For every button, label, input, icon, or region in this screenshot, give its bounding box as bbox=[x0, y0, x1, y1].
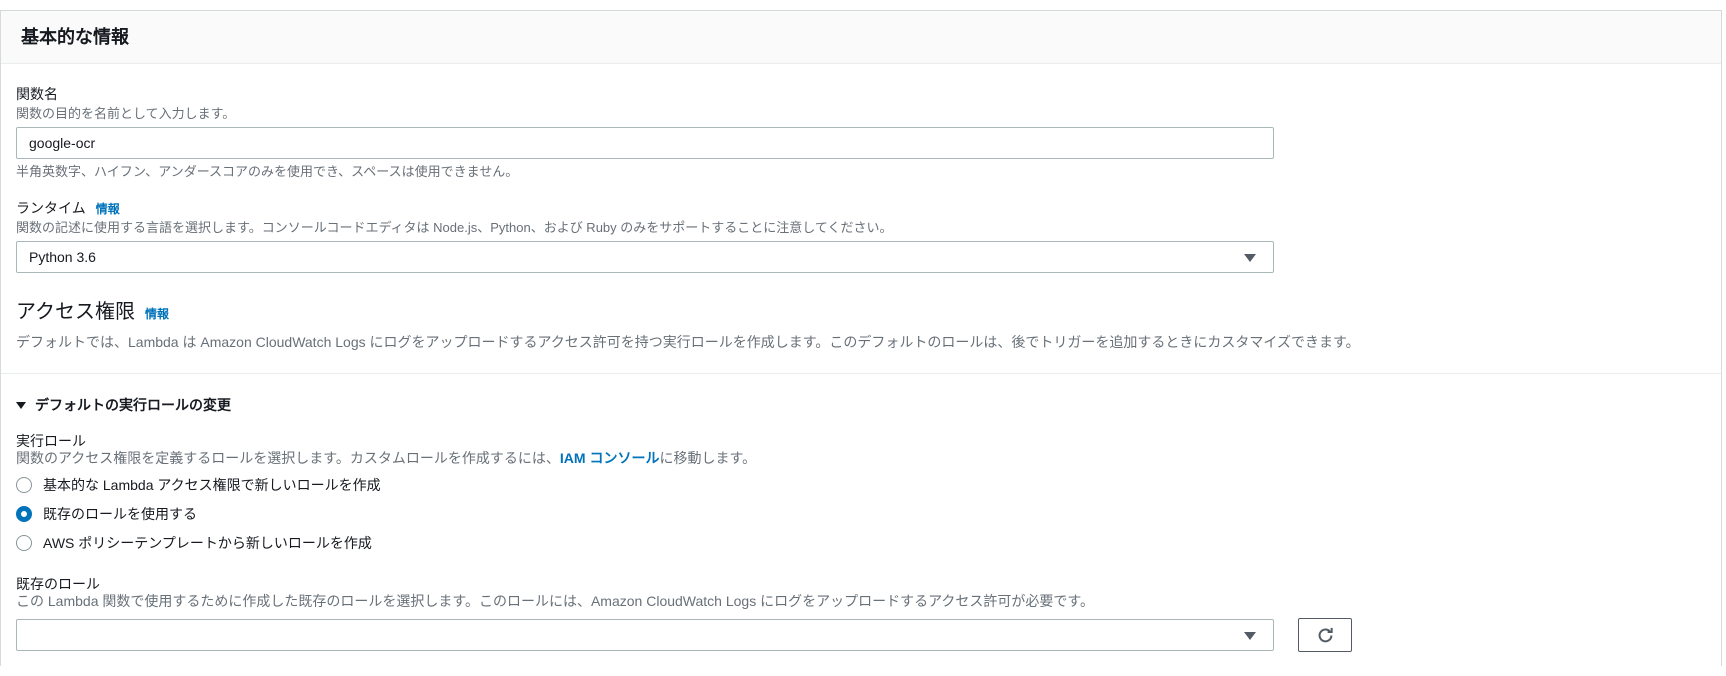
runtime-label: ランタイム bbox=[16, 200, 86, 216]
execution-role-label: 実行ロール bbox=[16, 433, 86, 449]
radio-button[interactable] bbox=[16, 477, 32, 493]
existing-role-select[interactable] bbox=[16, 619, 1274, 651]
permissions-info-link[interactable]: 情報 bbox=[145, 305, 169, 322]
function-name-group: 関数名 関数の目的を名前として入力します。 半角英数字、ハイフン、アンダースコア… bbox=[16, 84, 1706, 180]
radio-option-policy-template-role[interactable]: AWS ポリシーテンプレートから新しいロールを作成 bbox=[16, 533, 1706, 553]
execution-role-options: 基本的な Lambda アクセス権限で新しいロールを作成 既存のロールを使用する… bbox=[16, 475, 1706, 553]
function-name-description: 関数の目的を名前として入力します。 bbox=[16, 106, 236, 121]
expander-label: デフォルトの実行ロールの変更 bbox=[35, 397, 231, 413]
function-name-label: 関数名 bbox=[16, 86, 58, 102]
refresh-icon bbox=[1318, 627, 1333, 642]
runtime-select[interactable]: Python 3.6 bbox=[16, 241, 1274, 273]
permissions-section: アクセス権限 情報 デフォルトでは、Lambda は Amazon CloudW… bbox=[16, 299, 1706, 351]
caret-down-icon bbox=[1244, 632, 1256, 640]
basic-information-panel: 基本的な情報 関数名 関数の目的を名前として入力します。 半角英数字、ハイフン、… bbox=[0, 10, 1722, 666]
permissions-description: デフォルトでは、Lambda は Amazon CloudWatch Logs … bbox=[16, 334, 1360, 350]
iam-console-link[interactable]: IAM コンソール bbox=[560, 450, 660, 466]
permissions-heading: アクセス権限 bbox=[16, 301, 135, 323]
runtime-info-link[interactable]: 情報 bbox=[96, 200, 120, 217]
existing-role-row bbox=[16, 618, 1706, 652]
execution-role-description: 関数のアクセス権限を定義するロールを選択します。カスタムロールを作成するには、I… bbox=[16, 450, 757, 466]
caret-down-icon bbox=[1244, 254, 1256, 262]
existing-role-description: この Lambda 関数で使用するために作成した既存のロールを選択します。このロ… bbox=[16, 593, 1094, 609]
panel-header: 基本的な情報 bbox=[1, 11, 1721, 64]
runtime-description: 関数の記述に使用する言語を選択します。コンソールコードエディタは Node.js… bbox=[16, 220, 893, 235]
panel-body: 関数名 関数の目的を名前として入力します。 半角英数字、ハイフン、アンダースコア… bbox=[1, 64, 1721, 652]
radio-button[interactable] bbox=[16, 535, 32, 551]
runtime-group: ランタイム 情報 関数の記述に使用する言語を選択します。コンソールコードエディタ… bbox=[16, 198, 1706, 273]
radio-option-new-basic-role[interactable]: 基本的な Lambda アクセス権限で新しいロールを作成 bbox=[16, 475, 1706, 495]
function-name-input[interactable] bbox=[16, 127, 1274, 159]
refresh-button[interactable] bbox=[1298, 618, 1352, 652]
radio-option-use-existing-role[interactable]: 既存のロールを使用する bbox=[16, 504, 1706, 524]
runtime-selected-value: Python 3.6 bbox=[29, 249, 96, 265]
section-divider bbox=[1, 373, 1721, 374]
existing-role-label: 既存のロール bbox=[16, 576, 100, 592]
panel-title: 基本的な情報 bbox=[21, 27, 129, 47]
caret-down-icon bbox=[16, 401, 26, 409]
change-default-role-expander[interactable]: デフォルトの実行ロールの変更 bbox=[16, 396, 1706, 414]
radio-button[interactable] bbox=[16, 506, 32, 522]
function-name-constraint: 半角英数字、ハイフン、アンダースコアのみを使用でき、スペースは使用できません。 bbox=[16, 164, 519, 179]
